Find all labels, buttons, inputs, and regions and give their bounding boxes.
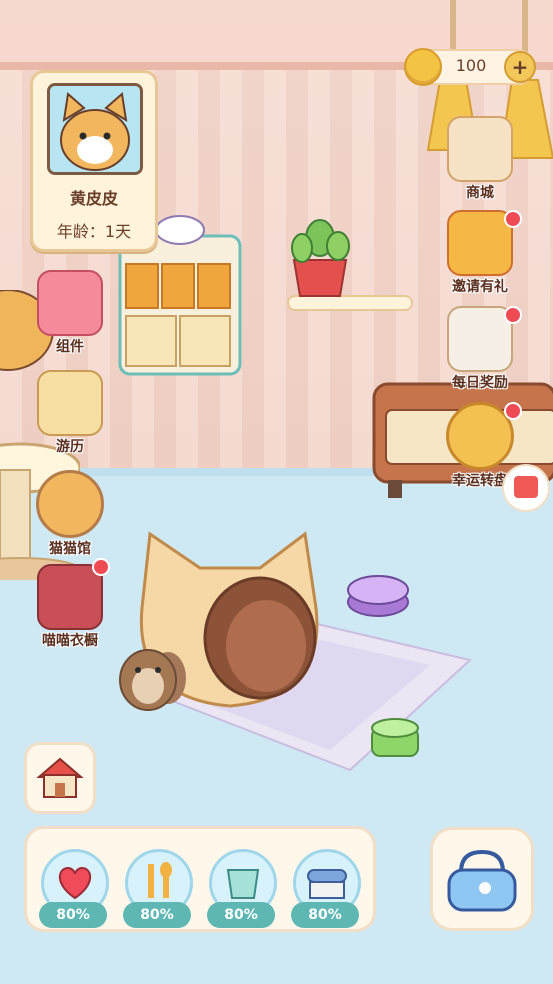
invite-reward-label: 邀请有礼 — [452, 279, 508, 295]
cat-avatar — [47, 83, 143, 175]
stat-mood[interactable]: 80% — [39, 845, 109, 928]
wardrobe-badge — [92, 558, 110, 576]
add-coins-button[interactable]: + — [504, 51, 536, 83]
component-button[interactable]: 组件 — [30, 270, 110, 356]
wardrobe-icon — [37, 564, 103, 630]
home-button[interactable] — [24, 742, 96, 814]
backpack-button[interactable] — [430, 827, 534, 931]
shop-button[interactable]: 商城 — [440, 116, 520, 202]
coin-amount: 100 — [455, 56, 487, 75]
wardrobe-button[interactable]: 喵喵衣橱 — [30, 564, 110, 650]
component-box-icon — [37, 270, 103, 336]
cat-hall-button[interactable]: 猫猫馆 — [30, 470, 110, 558]
map-icon — [37, 370, 103, 436]
food-value: 80% — [123, 902, 191, 928]
invite-reward-badge — [504, 210, 522, 228]
clean-value: 80% — [291, 902, 359, 928]
mood-value: 80% — [39, 902, 107, 928]
water-value: 80% — [207, 902, 275, 928]
lucky-wheel-badge — [504, 402, 522, 420]
shop-label: 商城 — [466, 185, 494, 201]
cat-hall-label: 猫猫馆 — [49, 541, 91, 557]
cat-hall-icon — [36, 470, 104, 538]
hamster-toy — [119, 649, 177, 711]
cat-name: 黄皮皮 — [69, 189, 118, 208]
component-label: 组件 — [56, 339, 84, 355]
shop-icon — [447, 116, 513, 182]
house-icon — [36, 757, 84, 798]
bag-icon — [447, 849, 517, 912]
wardrobe-label: 喵喵衣橱 — [42, 633, 98, 649]
small-gift-icon — [514, 476, 538, 498]
travel-button[interactable]: 游历 — [30, 370, 110, 456]
gift-chat-bubble[interactable] — [502, 464, 550, 512]
plant-shelf — [287, 219, 413, 311]
travel-label: 游历 — [56, 439, 84, 455]
daily-reward-badge — [504, 306, 522, 324]
stat-food[interactable]: 80% — [123, 845, 193, 928]
stat-clean[interactable]: 80% — [291, 845, 361, 928]
cat-stats-panel: 80% 80% 80% 80% — [24, 826, 376, 932]
cat-profile-card[interactable]: 黄皮皮 年龄：1天 — [30, 70, 158, 252]
stat-water[interactable]: 80% — [207, 845, 277, 928]
cat-age: 年龄：1天 — [56, 222, 132, 241]
pet-bowl-purple — [347, 575, 409, 617]
pet-bowl-green — [371, 718, 419, 757]
daily-reward-label: 每日奖励 — [452, 375, 508, 391]
coin-icon — [404, 48, 442, 86]
